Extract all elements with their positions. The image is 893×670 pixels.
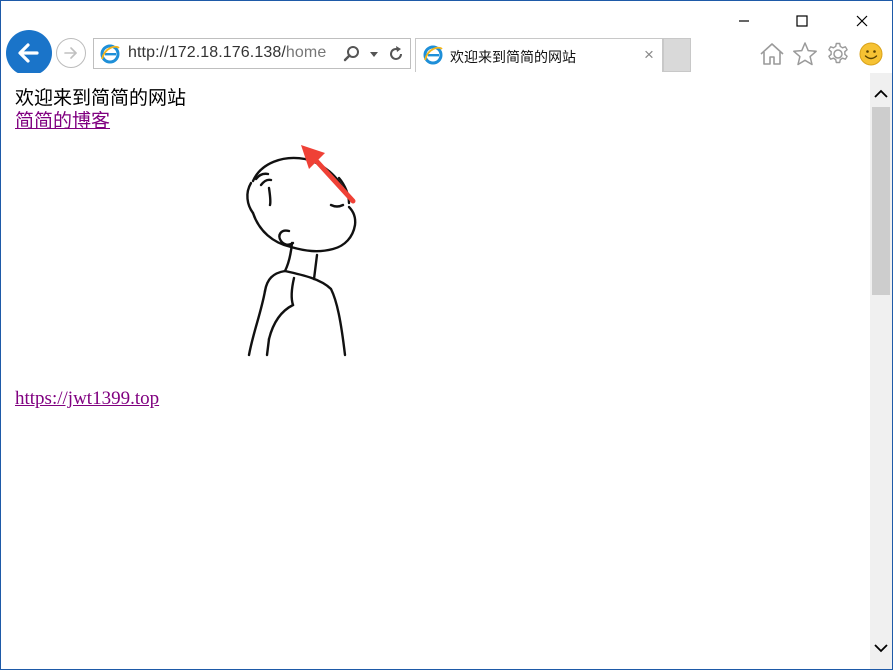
feedback-smiley-icon bbox=[859, 42, 883, 66]
close-window-button[interactable] bbox=[839, 7, 885, 35]
favorites-button[interactable] bbox=[791, 40, 819, 68]
chevron-down-icon bbox=[874, 644, 888, 653]
scroll-down-button[interactable] bbox=[870, 637, 892, 659]
refresh-icon bbox=[390, 46, 402, 60]
home-button[interactable] bbox=[758, 40, 786, 68]
back-button[interactable] bbox=[6, 30, 52, 76]
url-host: http://172.18.176.138/ bbox=[128, 44, 286, 61]
close-icon bbox=[856, 15, 868, 27]
address-url[interactable]: http://172.18.176.138/home bbox=[128, 44, 326, 62]
scroll-thumb[interactable] bbox=[872, 107, 890, 295]
address-dropdown-button[interactable] bbox=[366, 42, 382, 66]
ie-logo-icon bbox=[100, 44, 120, 64]
new-tab-button[interactable] bbox=[663, 38, 691, 72]
address-bar[interactable]: http://172.18.176.138/home bbox=[93, 38, 411, 69]
blog-link[interactable]: 简简的博客 bbox=[15, 106, 110, 133]
site-url-link[interactable]: https://jwt1399.top bbox=[15, 388, 159, 410]
settings-gear-icon bbox=[828, 42, 848, 64]
minimize-button[interactable] bbox=[721, 7, 767, 35]
tab-active[interactable]: 欢迎来到简简的网站 × bbox=[415, 38, 663, 72]
home-icon bbox=[760, 43, 784, 65]
minimize-icon bbox=[739, 20, 749, 22]
tab-close-button[interactable]: × bbox=[642, 46, 656, 63]
vertical-scrollbar[interactable] bbox=[870, 73, 892, 669]
settings-button[interactable] bbox=[824, 40, 852, 68]
feedback-button[interactable] bbox=[857, 40, 885, 68]
url-path: home bbox=[285, 44, 327, 61]
back-arrow-icon bbox=[18, 43, 39, 63]
browser-chrome: http://172.18.176.138/home 欢迎来到简简的网站 × bbox=[1, 1, 892, 76]
maximize-button[interactable] bbox=[779, 7, 825, 35]
maximize-icon bbox=[796, 15, 808, 27]
browser-window: http://172.18.176.138/home 欢迎来到简简的网站 × 欢… bbox=[0, 0, 893, 670]
annotation-arrow bbox=[301, 145, 356, 204]
page-content: 欢迎来到简简的网站 简简的博客 https://jwt1399.top bbox=[1, 73, 870, 669]
ie-logo-icon bbox=[423, 45, 443, 65]
forward-button[interactable] bbox=[56, 38, 86, 68]
refresh-button[interactable] bbox=[384, 42, 408, 66]
search-icon bbox=[343, 46, 359, 62]
chevron-down-icon bbox=[370, 52, 378, 57]
address-search-button[interactable] bbox=[340, 42, 364, 66]
scroll-up-button[interactable] bbox=[870, 83, 892, 105]
tab-title: 欢迎来到简简的网站 bbox=[450, 49, 576, 65]
forward-arrow-icon bbox=[64, 47, 77, 59]
favorites-star-icon bbox=[793, 42, 817, 66]
chevron-up-icon bbox=[874, 89, 888, 98]
